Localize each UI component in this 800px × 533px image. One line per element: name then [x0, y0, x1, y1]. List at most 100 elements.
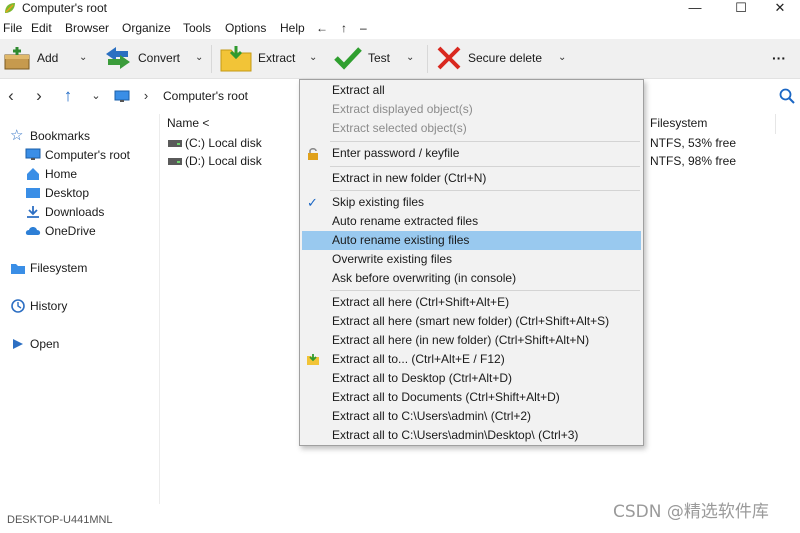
row-filesystem: NTFS, 98% free: [650, 154, 737, 168]
menu-item-extract-to[interactable]: Extract all to... (Ctrl+Alt+E / F12): [302, 350, 641, 369]
toolbar-divider: [427, 45, 428, 73]
disk-drive-icon: [168, 140, 182, 147]
breadcrumb[interactable]: Computer's root: [163, 89, 248, 103]
menu-item-label: Extract all to Documents (Ctrl+Shift+Alt…: [332, 390, 560, 404]
test-button[interactable]: Test ⌄: [334, 39, 416, 77]
menu-separator: [330, 166, 640, 167]
column-header-name[interactable]: Name <: [167, 116, 209, 130]
menu-item-extract-here-new-folder[interactable]: Extract all here (in new folder) (Ctrl+S…: [302, 331, 641, 350]
menu-item-label: Skip existing files: [332, 195, 425, 209]
menu-item-extract-here-smart[interactable]: Extract all here (smart new folder) (Ctr…: [302, 312, 641, 331]
menu-item-label: Extract all here (in new folder) (Ctrl+S…: [332, 333, 590, 347]
menu-item-extract-displayed: Extract displayed object(s): [302, 100, 641, 119]
extract-folder-icon: [307, 354, 319, 365]
menu-item-auto-rename-existing[interactable]: Auto rename existing files: [302, 231, 641, 250]
menu-item-auto-rename-extracted[interactable]: Auto rename extracted files: [302, 212, 641, 231]
menu-edit[interactable]: Edit: [31, 21, 52, 35]
extract-button[interactable]: Extract ⌄: [220, 39, 324, 77]
sidebar-item-label: Downloads: [45, 205, 105, 219]
checkmark-icon: [334, 47, 362, 70]
menu-item-skip-existing[interactable]: ✓ Skip existing files: [302, 193, 641, 212]
more-options-icon[interactable]: ···: [772, 39, 792, 77]
search-icon[interactable]: [779, 88, 795, 104]
column-header-filesystem[interactable]: Filesystem: [650, 116, 707, 130]
menu-separator: [330, 190, 640, 191]
menu-item-extract-to-desktop[interactable]: Extract all to Desktop (Ctrl+Alt+D): [302, 369, 641, 388]
history-dropdown-icon[interactable]: ⌄: [87, 86, 105, 106]
menu-item-label: Auto rename existing files: [332, 233, 470, 247]
menu-tools[interactable]: Tools: [183, 21, 211, 35]
menu-file[interactable]: File: [3, 21, 22, 35]
status-hostname: DESKTOP-U441MNL: [7, 514, 113, 526]
add-button[interactable]: Add ⌄: [3, 39, 91, 77]
disk-drive-icon: [168, 158, 182, 165]
star-icon: ☆: [10, 127, 24, 144]
chevron-down-icon[interactable]: ⌄: [79, 52, 87, 63]
forward-icon[interactable]: ›: [30, 86, 48, 106]
menu-item-overwrite-existing[interactable]: Overwrite existing files: [302, 250, 641, 269]
sidebar-item-label: Open: [30, 337, 60, 351]
menu-item-enter-password[interactable]: Enter password / keyfile: [302, 144, 641, 163]
home-icon: [27, 168, 39, 180]
menu-item-extract-new-folder[interactable]: Extract in new folder (Ctrl+N): [302, 169, 641, 188]
chevron-down-icon[interactable]: ⌄: [309, 52, 317, 63]
desktop-icon: [26, 188, 40, 198]
sidebar-item-bookmarks[interactable]: ☆ Bookmarks: [10, 127, 90, 145]
sidebar-item-downloads[interactable]: Downloads: [25, 203, 104, 221]
close-icon[interactable]: ✕: [757, 0, 800, 17]
chevron-down-icon[interactable]: ⌄: [195, 52, 203, 63]
menu-item-extract-to-admin-desktop[interactable]: Extract all to C:\Users\admin\Desktop\ (…: [302, 426, 641, 445]
up-arrow-icon[interactable]: ↑: [341, 21, 347, 35]
sidebar-item-label: Filesystem: [30, 261, 88, 275]
menu-item-label: Overwrite existing files: [332, 252, 453, 266]
sidebar-item-filesystem[interactable]: Filesystem: [10, 259, 87, 277]
menu-item-extract-to-admin[interactable]: Extract all to C:\Users\admin\ (Ctrl+2): [302, 407, 641, 426]
sidebar-item-home[interactable]: Home: [25, 165, 77, 183]
menu-item-extract-to-documents[interactable]: Extract all to Documents (Ctrl+Shift+Alt…: [302, 388, 641, 407]
menu-item-ask-before-overwriting[interactable]: Ask before overwriting (in console): [302, 269, 641, 288]
sidebar-item-desktop[interactable]: Desktop: [25, 184, 89, 202]
secure-delete-button[interactable]: Secure delete ⌄: [436, 39, 574, 77]
menu-options[interactable]: Options: [225, 21, 266, 35]
back-icon[interactable]: ‹: [2, 86, 20, 106]
menu-item-label: Auto rename extracted files: [332, 214, 479, 228]
add-archive-icon: [4, 47, 30, 70]
delete-x-icon: [437, 46, 461, 70]
menu-organize[interactable]: Organize: [122, 21, 171, 35]
minimize-pane-icon[interactable]: –: [360, 21, 367, 35]
convert-button[interactable]: Convert ⌄: [104, 39, 208, 77]
menu-browser[interactable]: Browser: [65, 21, 109, 35]
back-arrow-icon[interactable]: ←: [316, 21, 328, 35]
chevron-down-icon[interactable]: ⌄: [406, 52, 414, 63]
minimize-icon[interactable]: —: [672, 0, 718, 17]
menu-help[interactable]: Help: [280, 21, 305, 35]
sidebar-item-open[interactable]: Open: [10, 335, 59, 353]
title-bar: Computer's root — ☐ ✕: [0, 0, 800, 17]
menu-item-label: Extract all to... (Ctrl+Alt+E / F12): [332, 352, 505, 366]
menu-item-label: Extract selected object(s): [332, 121, 467, 135]
extract-folder-icon: [220, 46, 252, 72]
sidebar: ☆ Bookmarks Computer's root Home Desktop…: [0, 114, 160, 504]
menu-item-label: Enter password / keyfile: [332, 146, 460, 160]
menu-item-label: Extract displayed object(s): [332, 102, 473, 116]
download-icon: [27, 206, 39, 218]
up-icon[interactable]: ↑: [59, 86, 77, 106]
convert-label: Convert: [138, 51, 181, 65]
column-divider[interactable]: [775, 114, 776, 134]
menu-item-extract-all[interactable]: Extract all: [302, 81, 641, 100]
menu-item-label: Extract all here (Ctrl+Shift+Alt+E): [332, 295, 510, 309]
sidebar-item-onedrive[interactable]: OneDrive: [25, 222, 96, 240]
app-icon: [5, 3, 15, 13]
extract-label: Extract: [258, 51, 296, 65]
sidebar-item-history[interactable]: History: [10, 297, 67, 315]
extract-dropdown-menu: Extract all Extract displayed object(s) …: [299, 79, 644, 446]
menu-item-label: Extract all: [332, 83, 385, 97]
window-title: Computer's root: [22, 1, 107, 15]
breadcrumb-chevron-icon: ›: [143, 88, 149, 103]
monitor-icon: [114, 90, 130, 102]
sidebar-item-computer-root[interactable]: Computer's root: [25, 146, 130, 164]
menu-item-extract-here[interactable]: Extract all here (Ctrl+Shift+Alt+E): [302, 293, 641, 312]
sidebar-item-label: OneDrive: [45, 224, 96, 238]
lock-icon: [308, 148, 318, 160]
chevron-down-icon[interactable]: ⌄: [558, 52, 566, 63]
